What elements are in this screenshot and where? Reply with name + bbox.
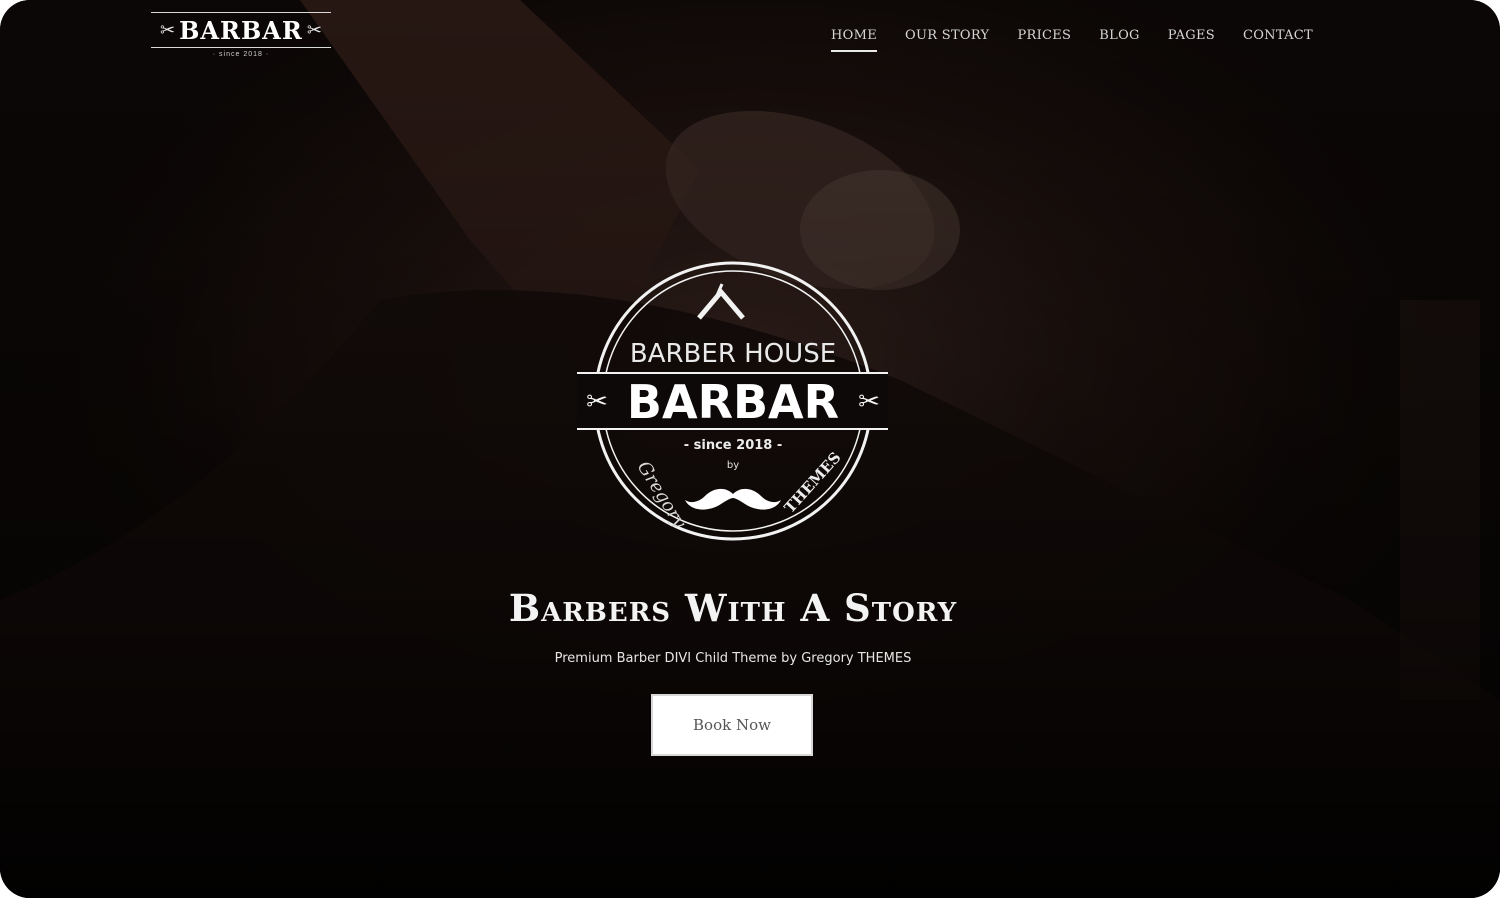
nav-item-home[interactable]: HOME — [831, 28, 877, 52]
razor-icon — [697, 288, 745, 320]
page-frame: ✂ BARBAR ✂ · since 2018 · HOME OUR STORY… — [0, 0, 1500, 898]
main-nav: HOME OUR STORY PRICES BLOG PAGES CONTACT — [831, 28, 1313, 52]
barber-house-emblem: BARBER HOUSE BARBAR ✂ ✂ - since 2018 - b… — [577, 261, 888, 541]
logo-since: · since 2018 · — [212, 51, 270, 58]
hero-title: Barbers With A Story — [508, 586, 958, 630]
nav-item-pages[interactable]: PAGES — [1168, 28, 1215, 52]
nav-item-blog[interactable]: BLOG — [1099, 28, 1139, 52]
emblem-since: - since 2018 - — [684, 438, 783, 453]
logo-name: BARBAR — [179, 15, 303, 45]
emblem-by: by — [727, 460, 739, 471]
emblem-name: BARBAR — [627, 375, 839, 429]
logo-wordmark: ✂ BARBAR ✂ — [151, 12, 331, 48]
nav-item-contact[interactable]: CONTACT — [1243, 28, 1313, 52]
nav-item-prices[interactable]: PRICES — [1017, 28, 1071, 52]
mustache-icon — [685, 488, 781, 510]
nav-item-our-story[interactable]: OUR STORY — [905, 28, 989, 52]
site-header: ✂ BARBAR ✂ · since 2018 · HOME OUR STORY… — [0, 0, 1500, 80]
scissors-icon: ✂ — [160, 20, 176, 40]
emblem-top-text: BARBER HOUSE — [630, 339, 836, 369]
hero-subtitle: Premium Barber DIVI Child Theme by Grego… — [554, 651, 912, 666]
site-logo[interactable]: ✂ BARBAR ✂ · since 2018 · — [151, 12, 331, 64]
book-now-button[interactable]: Book Now — [651, 694, 813, 756]
scissors-icon: ✂ — [858, 387, 880, 417]
emblem-left-script: Gregory — [633, 458, 691, 533]
scissors-icon: ✂ — [306, 20, 322, 40]
scissors-icon: ✂ — [586, 387, 608, 417]
